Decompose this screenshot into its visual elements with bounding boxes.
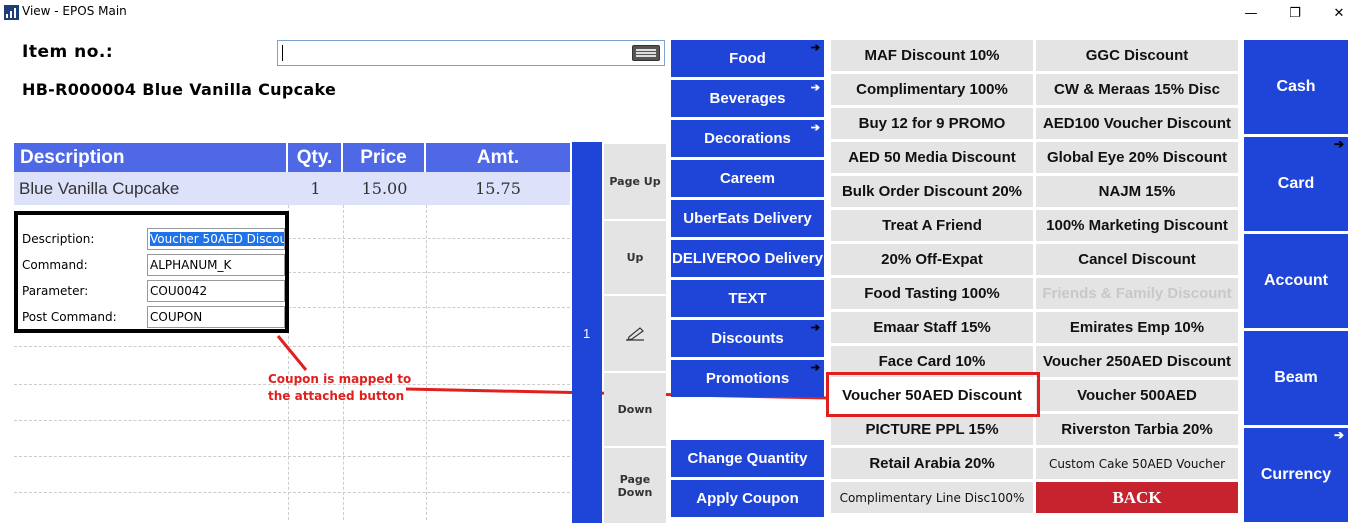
- annotation-line-2: the attached button: [268, 389, 405, 403]
- currency-label: Currency: [1260, 466, 1332, 483]
- category-deliveroo[interactable]: DELIVEROO Delivery: [671, 240, 824, 277]
- discount-button[interactable]: GGC Discount: [1036, 40, 1238, 71]
- page-down-label-2: Down: [617, 485, 653, 499]
- category-discounts-label: Discounts: [711, 329, 784, 347]
- beam-button[interactable]: Beam: [1244, 331, 1348, 425]
- category-beverages[interactable]: Beverages ➔: [671, 80, 824, 117]
- back-button[interactable]: BACK: [1036, 482, 1238, 513]
- category-promotions[interactable]: Promotions ➔: [671, 360, 824, 397]
- page-down-label-1: Page: [619, 472, 651, 486]
- discount-button[interactable]: Treat A Friend: [831, 210, 1033, 241]
- submenu-arrow-icon: ➔: [810, 362, 820, 374]
- discount-button[interactable]: AED100 Voucher Discount: [1036, 108, 1238, 139]
- discount-button[interactable]: Food Tasting 100%: [831, 278, 1033, 309]
- account-button[interactable]: Account: [1244, 234, 1348, 328]
- discount-button[interactable]: Voucher 500AED: [1036, 380, 1238, 411]
- category-careem[interactable]: Careem: [671, 160, 824, 197]
- card-button[interactable]: Card ➔: [1244, 137, 1348, 231]
- discount-button[interactable]: Complimentary Line Disc100%: [831, 482, 1033, 513]
- submenu-arrow-icon: ➔: [810, 322, 820, 334]
- discount-button[interactable]: NAJM 15%: [1036, 176, 1238, 207]
- category-beverages-label: Beverages: [709, 89, 786, 107]
- change-quantity-button[interactable]: Change Quantity: [671, 440, 824, 477]
- currency-button[interactable]: Currency ➔: [1244, 428, 1348, 522]
- category-decorations-label: Decorations: [704, 129, 791, 147]
- discount-button[interactable]: Voucher 250AED Discount: [1036, 346, 1238, 377]
- discount-button[interactable]: PICTURE PPL 15%: [831, 414, 1033, 445]
- category-food-label: Food: [729, 49, 766, 67]
- submenu-arrow-icon: ➔: [810, 42, 820, 54]
- down-button[interactable]: Down: [604, 373, 666, 446]
- page-number: 1: [583, 326, 591, 341]
- discount-button[interactable]: 20% Off-Expat: [831, 244, 1033, 275]
- discount-button[interactable]: Bulk Order Discount 20%: [831, 176, 1033, 207]
- pencil-edit-icon: [626, 326, 644, 341]
- submenu-arrow-icon: ➔: [810, 122, 820, 134]
- category-ubereats[interactable]: UberEats Delivery: [671, 200, 824, 237]
- discount-button[interactable]: Complimentary 100%: [831, 74, 1033, 105]
- cash-button[interactable]: Cash: [1244, 40, 1348, 134]
- category-discounts[interactable]: Discounts ➔: [671, 320, 824, 357]
- cancel-discount-button[interactable]: Cancel Discount: [1036, 244, 1238, 275]
- submenu-arrow-icon: ➔: [810, 82, 820, 94]
- discount-button[interactable]: Global Eye 20% Discount: [1036, 142, 1238, 173]
- discount-button[interactable]: Riverston Tarbia 20%: [1036, 414, 1238, 445]
- discount-button[interactable]: Emaar Staff 15%: [831, 312, 1033, 343]
- apply-coupon-button[interactable]: Apply Coupon: [671, 480, 824, 517]
- page-indicator-bar: 1: [572, 142, 602, 523]
- submenu-arrow-icon: ➔: [1333, 137, 1344, 151]
- discount-button[interactable]: CW & Meraas 15% Disc: [1036, 74, 1238, 105]
- discount-button[interactable]: Emirates Emp 10%: [1036, 312, 1238, 343]
- discount-button-disabled[interactable]: Friends & Family Discount: [1036, 278, 1238, 309]
- annotation-line-1: Coupon is mapped to: [268, 372, 412, 386]
- annotation-text: Coupon is mapped to the attached button: [268, 371, 411, 405]
- annotation-pointer-line: [276, 335, 308, 371]
- category-food[interactable]: Food ➔: [671, 40, 824, 77]
- category-decorations[interactable]: Decorations ➔: [671, 120, 824, 157]
- discount-button[interactable]: Retail Arabia 20%: [831, 448, 1033, 479]
- discount-button[interactable]: 100% Marketing Discount: [1036, 210, 1238, 241]
- category-promotions-label: Promotions: [705, 369, 790, 387]
- discount-button[interactable]: Buy 12 for 9 PROMO: [831, 108, 1033, 139]
- up-button[interactable]: Up: [604, 221, 666, 294]
- discount-button[interactable]: Custom Cake 50AED Voucher: [1036, 448, 1238, 479]
- page-up-button[interactable]: Page Up: [604, 144, 666, 219]
- edit-mode-button[interactable]: [604, 296, 666, 371]
- card-label: Card: [1277, 175, 1315, 192]
- discount-button[interactable]: AED 50 Media Discount: [831, 142, 1033, 173]
- category-text[interactable]: TEXT: [671, 280, 824, 317]
- annotation-highlight-box: [826, 372, 1040, 417]
- submenu-arrow-icon: ➔: [1333, 428, 1344, 442]
- page-down-button[interactable]: Page Down: [604, 448, 666, 523]
- discount-button[interactable]: MAF Discount 10%: [831, 40, 1033, 71]
